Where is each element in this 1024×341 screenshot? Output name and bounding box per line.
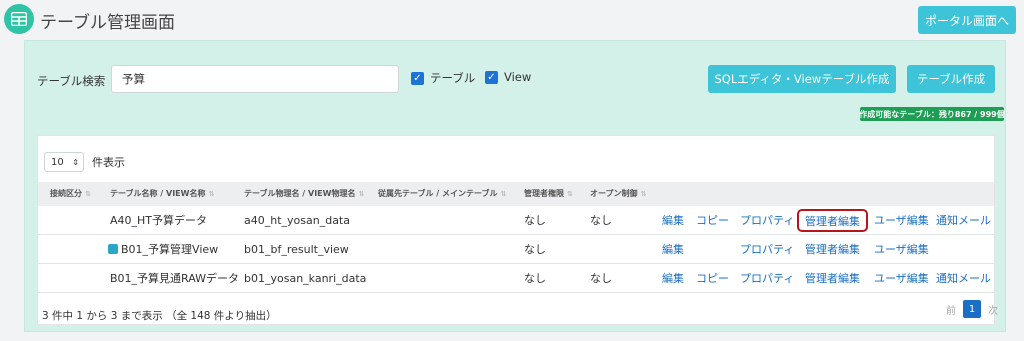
check-icon[interactable]: ✓ [411,71,424,85]
edit-link[interactable]: 編集 [662,206,684,235]
admin-rights: なし [524,243,546,256]
col-header-open-control[interactable]: オープン制御 ⇅ [590,182,646,206]
physical-name: b01_bf_result_view [244,243,349,256]
sort-updown-icon: ⇕ [72,157,79,167]
pager-prev[interactable]: 前 [944,300,958,318]
table-row: B01_予算見通RAWデータ b01_yosan_kanri_data なし な… [38,264,994,293]
table-name-cell: B01_予算管理View [108,235,218,264]
physical-name: b01_yosan_kanri_data [244,272,367,285]
page-title: テーブル管理画面 [40,13,175,33]
portal-button[interactable]: ポータル画面へ [918,6,1016,34]
col-header-label: 接続区分 [50,189,82,198]
pager-page-1[interactable]: 1 [963,300,981,318]
admin-edit-link[interactable]: 管理者編集 [797,209,868,232]
user-edit-link[interactable]: ユーザ編集 [874,235,929,264]
search-label: テーブル検索 [37,74,106,88]
sort-icon: ⇅ [640,190,647,198]
user-edit-link[interactable]: ユーザ編集 [874,264,929,293]
table-card: 10 ⇕ 件表示 接続区分 ⇅ テーブル名称 / VIEW名称 ⇅ テーブル物理名 … [37,135,998,325]
admin-rights: なし [524,272,546,285]
table-row: B01_予算管理View b01_bf_result_view なし 編集 プロ… [38,235,994,264]
page-size-value: 10 [51,156,64,168]
col-header-dependency[interactable]: 従属先テーブル / メインテーブル ⇅ [378,182,506,206]
page-size-select[interactable]: 10 ⇕ [44,152,84,172]
sort-icon: ⇅ [500,190,507,198]
sort-icon: ⇅ [208,190,215,198]
col-header-label: 管理者権限 [524,189,564,198]
open-control: なし [590,214,612,227]
create-table-button[interactable]: テーブル作成 [907,65,995,93]
table-info: 3 件中 1 から 3 まで表示 （全 148 件より抽出） [42,310,277,322]
admin-edit-link[interactable]: 管理者編集 [805,235,860,264]
page-size-label: 件表示 [92,156,125,169]
col-header-admin-rights[interactable]: 管理者権限 ⇅ [524,182,573,206]
open-control: なし [590,272,612,285]
table-filter-checkbox[interactable]: ✓ テーブル [411,70,475,86]
admin-rights: なし [524,214,546,227]
search-input[interactable]: 予算 [111,65,399,93]
main-panel: テーブル検索 予算 ✓ テーブル ✓ View SQLエディタ・Viewテーブル… [24,40,1006,332]
view-filter-checkbox[interactable]: ✓ View [485,70,531,84]
sort-icon: ⇅ [85,190,91,198]
col-header-connection[interactable]: 接続区分 ⇅ [50,182,91,206]
sort-icon: ⇅ [358,190,365,198]
table-name: A40_HT予算データ [110,214,208,227]
property-link[interactable]: プロパティ [740,264,794,293]
sql-editor-button[interactable]: SQLエディタ・Viewテーブル作成 [708,65,896,93]
copy-link[interactable]: コピー [696,206,729,235]
sort-icon: ⇅ [567,190,573,198]
col-header-physical-name[interactable]: テーブル物理名 / VIEW物理名 ⇅ [244,182,364,206]
quota-badge: 作成可能なテーブル：残り867 / 999個 [859,107,1005,121]
copy-link[interactable]: コピー [696,264,729,293]
table-name: B01_予算見通RAWデータ [110,272,240,285]
notify-mail-link[interactable]: 通知メール [936,264,991,293]
table-row: A40_HT予算データ a40_ht_yosan_data なし なし 編集 コ… [38,206,994,235]
table-filter-label: テーブル [430,71,476,85]
table-header: 接続区分 ⇅ テーブル名称 / VIEW名称 ⇅ テーブル物理名 / VIEW物理名… [38,182,994,206]
view-filter-label: View [504,70,532,84]
notify-mail-link[interactable]: 通知メール [936,206,991,235]
col-header-label: 従属先テーブル / メインテーブル [378,189,498,198]
user-edit-link[interactable]: ユーザ編集 [874,206,929,235]
edit-link[interactable]: 編集 [662,264,684,293]
physical-name: a40_ht_yosan_data [244,214,350,227]
edit-link[interactable]: 編集 [662,235,684,264]
page-size-control: 10 ⇕ 件表示 [44,152,125,172]
table-grid-icon [4,4,34,34]
header: テーブル管理画面 ポータル画面へ [0,0,1024,40]
property-link[interactable]: プロパティ [740,206,794,235]
admin-edit-link[interactable]: 管理者編集 [805,264,860,293]
view-icon [108,244,118,254]
property-link[interactable]: プロパティ [740,235,794,264]
col-header-label: テーブル名称 / VIEW名称 [110,189,206,198]
table-name: B01_予算管理View [121,243,219,256]
col-header-name[interactable]: テーブル名称 / VIEW名称 ⇅ [110,182,214,206]
check-icon[interactable]: ✓ [485,70,498,84]
col-header-label: オープン制御 [590,189,638,198]
pager-next[interactable]: 次 [986,300,1000,318]
col-header-label: テーブル物理名 / VIEW物理名 [244,189,356,198]
